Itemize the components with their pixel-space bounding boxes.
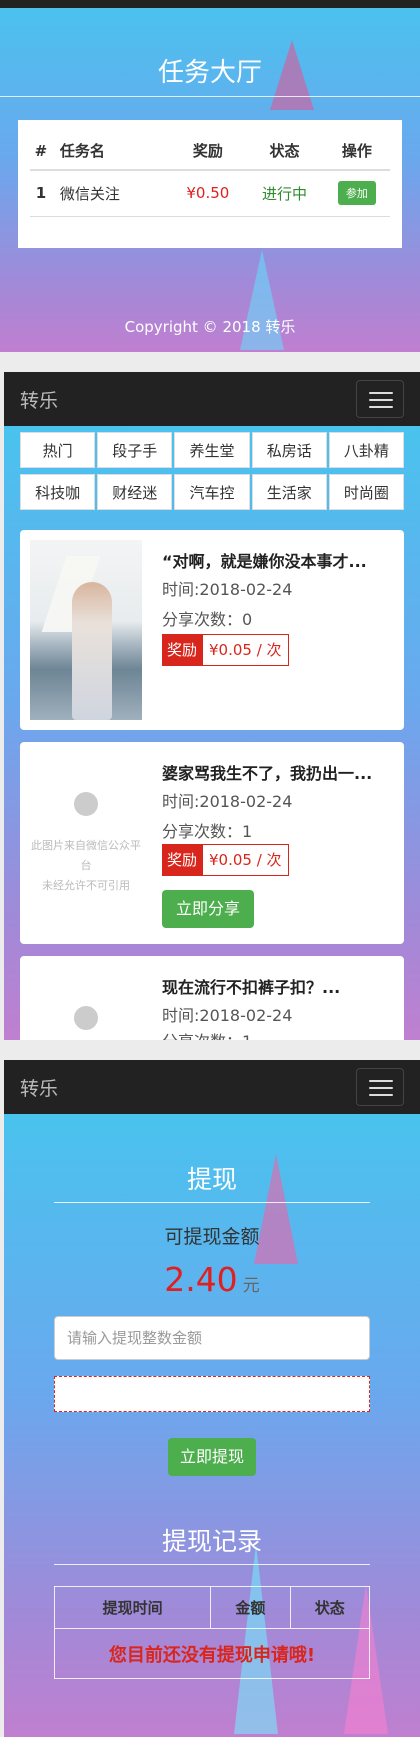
article-title[interactable]: “对啊，就是嫌你没本事才... — [162, 548, 367, 572]
category-tab[interactable]: 科技咖 — [20, 474, 96, 510]
article-list-body: 热门 段子手 养生堂 私房话 八卦精 科技咖 财经迷 汽车控 生活家 时尚圈 “… — [4, 426, 420, 1040]
task-table: # 任务名 奖励 状态 操作 1 微信关注 ¥0.50 进行中 参加 — [30, 132, 390, 217]
table-row: 1 微信关注 ¥0.50 进行中 参加 — [30, 170, 390, 217]
article-card[interactable]: “对啊，就是嫌你没本事才... 时间:2018-02-24 分享次数：0 奖励 … — [20, 530, 404, 730]
withdraw-screen: 转乐 提现 可提现金额 2.40 元 立即提现 提现记录 提现时间 金额 状态 … — [0, 1060, 420, 1737]
category-tab[interactable]: 私房话 — [251, 432, 327, 468]
hamburger-icon — [369, 392, 393, 394]
article-share-count: 分享次数：1 — [162, 1028, 252, 1040]
article-title[interactable]: 婆家骂我生不了，我扔出一... — [162, 760, 372, 784]
divider — [54, 1564, 370, 1565]
records-table: 提现时间 金额 状态 您目前还没有提现申请哦! — [53, 1586, 371, 1679]
article-card[interactable]: 此图片来自微信公众平台 未经允许不可引用 婆家骂我生不了，我扔出一... 时间:… — [20, 742, 404, 944]
withdraw-now-button[interactable]: 立即提现 — [168, 1438, 256, 1476]
navbar: 转乐 — [4, 1060, 420, 1114]
withdraw-body: 提现 可提现金额 2.40 元 立即提现 提现记录 提现时间 金额 状态 您目前… — [4, 1114, 420, 1737]
article-thumbnail — [30, 540, 142, 720]
column-header: 状态 — [245, 132, 324, 171]
reward-label: 奖励 — [162, 634, 203, 666]
reward-label: 奖励 — [162, 844, 203, 876]
task-name: 微信关注 — [51, 170, 171, 217]
empty-records-message: 您目前还没有提现申请哦! — [54, 1628, 370, 1679]
article-list-screen: 转乐 热门 段子手 养生堂 私房话 八卦精 科技咖 财经迷 汽车控 生活家 时尚… — [0, 372, 420, 1040]
column-header: 奖励 — [170, 132, 246, 171]
amount-value: 2.40 — [164, 1260, 238, 1299]
placeholder-text: 此图片来自微信公众平台 — [31, 839, 141, 872]
menu-toggle-button[interactable] — [356, 1068, 404, 1106]
article-card[interactable]: 现在流行不扣裤子扣？... 时间:2018-02-24 分享次数：1 — [20, 956, 404, 1040]
withdraw-title: 提现 — [186, 1165, 237, 1194]
task-index: 1 — [30, 170, 52, 217]
column-header: 操作 — [323, 132, 390, 171]
table-header-row: # 任务名 奖励 状态 操作 — [30, 132, 390, 171]
category-tab[interactable]: 财经迷 — [97, 474, 173, 510]
task-status: 进行中 — [245, 170, 324, 217]
join-task-button[interactable]: 参加 — [337, 181, 376, 206]
category-tab[interactable]: 段子手 — [97, 432, 173, 468]
reward-badge: 奖励 ¥0.05 / 次 — [162, 634, 289, 666]
column-header: # — [30, 132, 52, 171]
reward-amount: ¥0.05 / 次 — [202, 844, 289, 876]
share-now-button[interactable]: 立即分享 — [162, 890, 254, 928]
article-thumbnail-placeholder: 此图片来自微信公众平台 未经允许不可引用 — [30, 752, 142, 932]
reward-amount: ¥0.05 / 次 — [202, 634, 289, 666]
divider — [54, 1202, 370, 1203]
brand-logo[interactable]: 转乐 — [20, 1074, 58, 1101]
article-share-count: 分享次数：0 — [162, 610, 253, 629]
menu-toggle-button[interactable] — [356, 380, 404, 418]
category-tab[interactable]: 汽车控 — [174, 474, 250, 510]
task-reward: ¥0.50 — [170, 170, 246, 217]
column-header: 提现时间 — [53, 1586, 212, 1629]
copyright: Copyright © 2018 转乐 — [124, 318, 296, 336]
task-table-card: # 任务名 奖励 状态 操作 1 微信关注 ¥0.50 进行中 参加 — [18, 120, 402, 248]
category-tab[interactable]: 时尚圈 — [328, 474, 404, 510]
wechat-icon — [74, 1006, 98, 1030]
records-title: 提现记录 — [161, 1527, 262, 1556]
table-row: 您目前还没有提现申请哦! — [54, 1628, 370, 1679]
column-header: 金额 — [210, 1586, 291, 1629]
category-grid: 热门 段子手 养生堂 私房话 八卦精 科技咖 财经迷 汽车控 生活家 时尚圈 — [20, 432, 404, 510]
hamburger-icon — [369, 1080, 393, 1082]
category-tab[interactable]: 生活家 — [251, 474, 327, 510]
divider — [0, 96, 420, 97]
brand-logo[interactable]: 转乐 — [20, 386, 58, 413]
article-title[interactable]: 现在流行不扣裤子扣？... — [162, 974, 340, 998]
category-tab[interactable]: 养生堂 — [174, 432, 250, 468]
navbar: 转乐 — [4, 372, 420, 426]
top-bar — [0, 0, 420, 8]
article-time: 时间:2018-02-24 — [162, 792, 293, 811]
column-header: 任务名 — [51, 132, 171, 171]
category-tab[interactable]: 热门 — [20, 432, 96, 468]
available-amount: 2.40 元 — [4, 1260, 420, 1299]
table-header-row: 提现时间 金额 状态 — [53, 1586, 371, 1629]
category-tab[interactable]: 八卦精 — [328, 432, 404, 468]
article-thumbnail-placeholder — [30, 966, 142, 1040]
captcha-field[interactable] — [54, 1376, 370, 1412]
task-hall-screen: 任务大厅 # 任务名 奖励 状态 操作 1 微信关注 ¥0.50 进行中 参加 — [0, 0, 420, 352]
available-amount-label: 可提现金额 — [164, 1226, 260, 1248]
page-title: 任务大厅 — [157, 58, 262, 88]
article-share-count: 分享次数：1 — [162, 822, 253, 841]
column-header: 状态 — [289, 1586, 371, 1629]
withdraw-amount-input[interactable] — [54, 1316, 370, 1360]
reward-badge: 奖励 ¥0.05 / 次 — [162, 844, 289, 876]
placeholder-text: 未经允许不可引用 — [42, 879, 130, 892]
amount-unit: 元 — [242, 1276, 260, 1296]
wechat-icon — [74, 792, 98, 816]
article-time: 时间:2018-02-24 — [162, 580, 293, 599]
task-action-cell: 参加 — [323, 170, 390, 217]
article-time: 时间:2018-02-24 — [162, 1006, 293, 1025]
